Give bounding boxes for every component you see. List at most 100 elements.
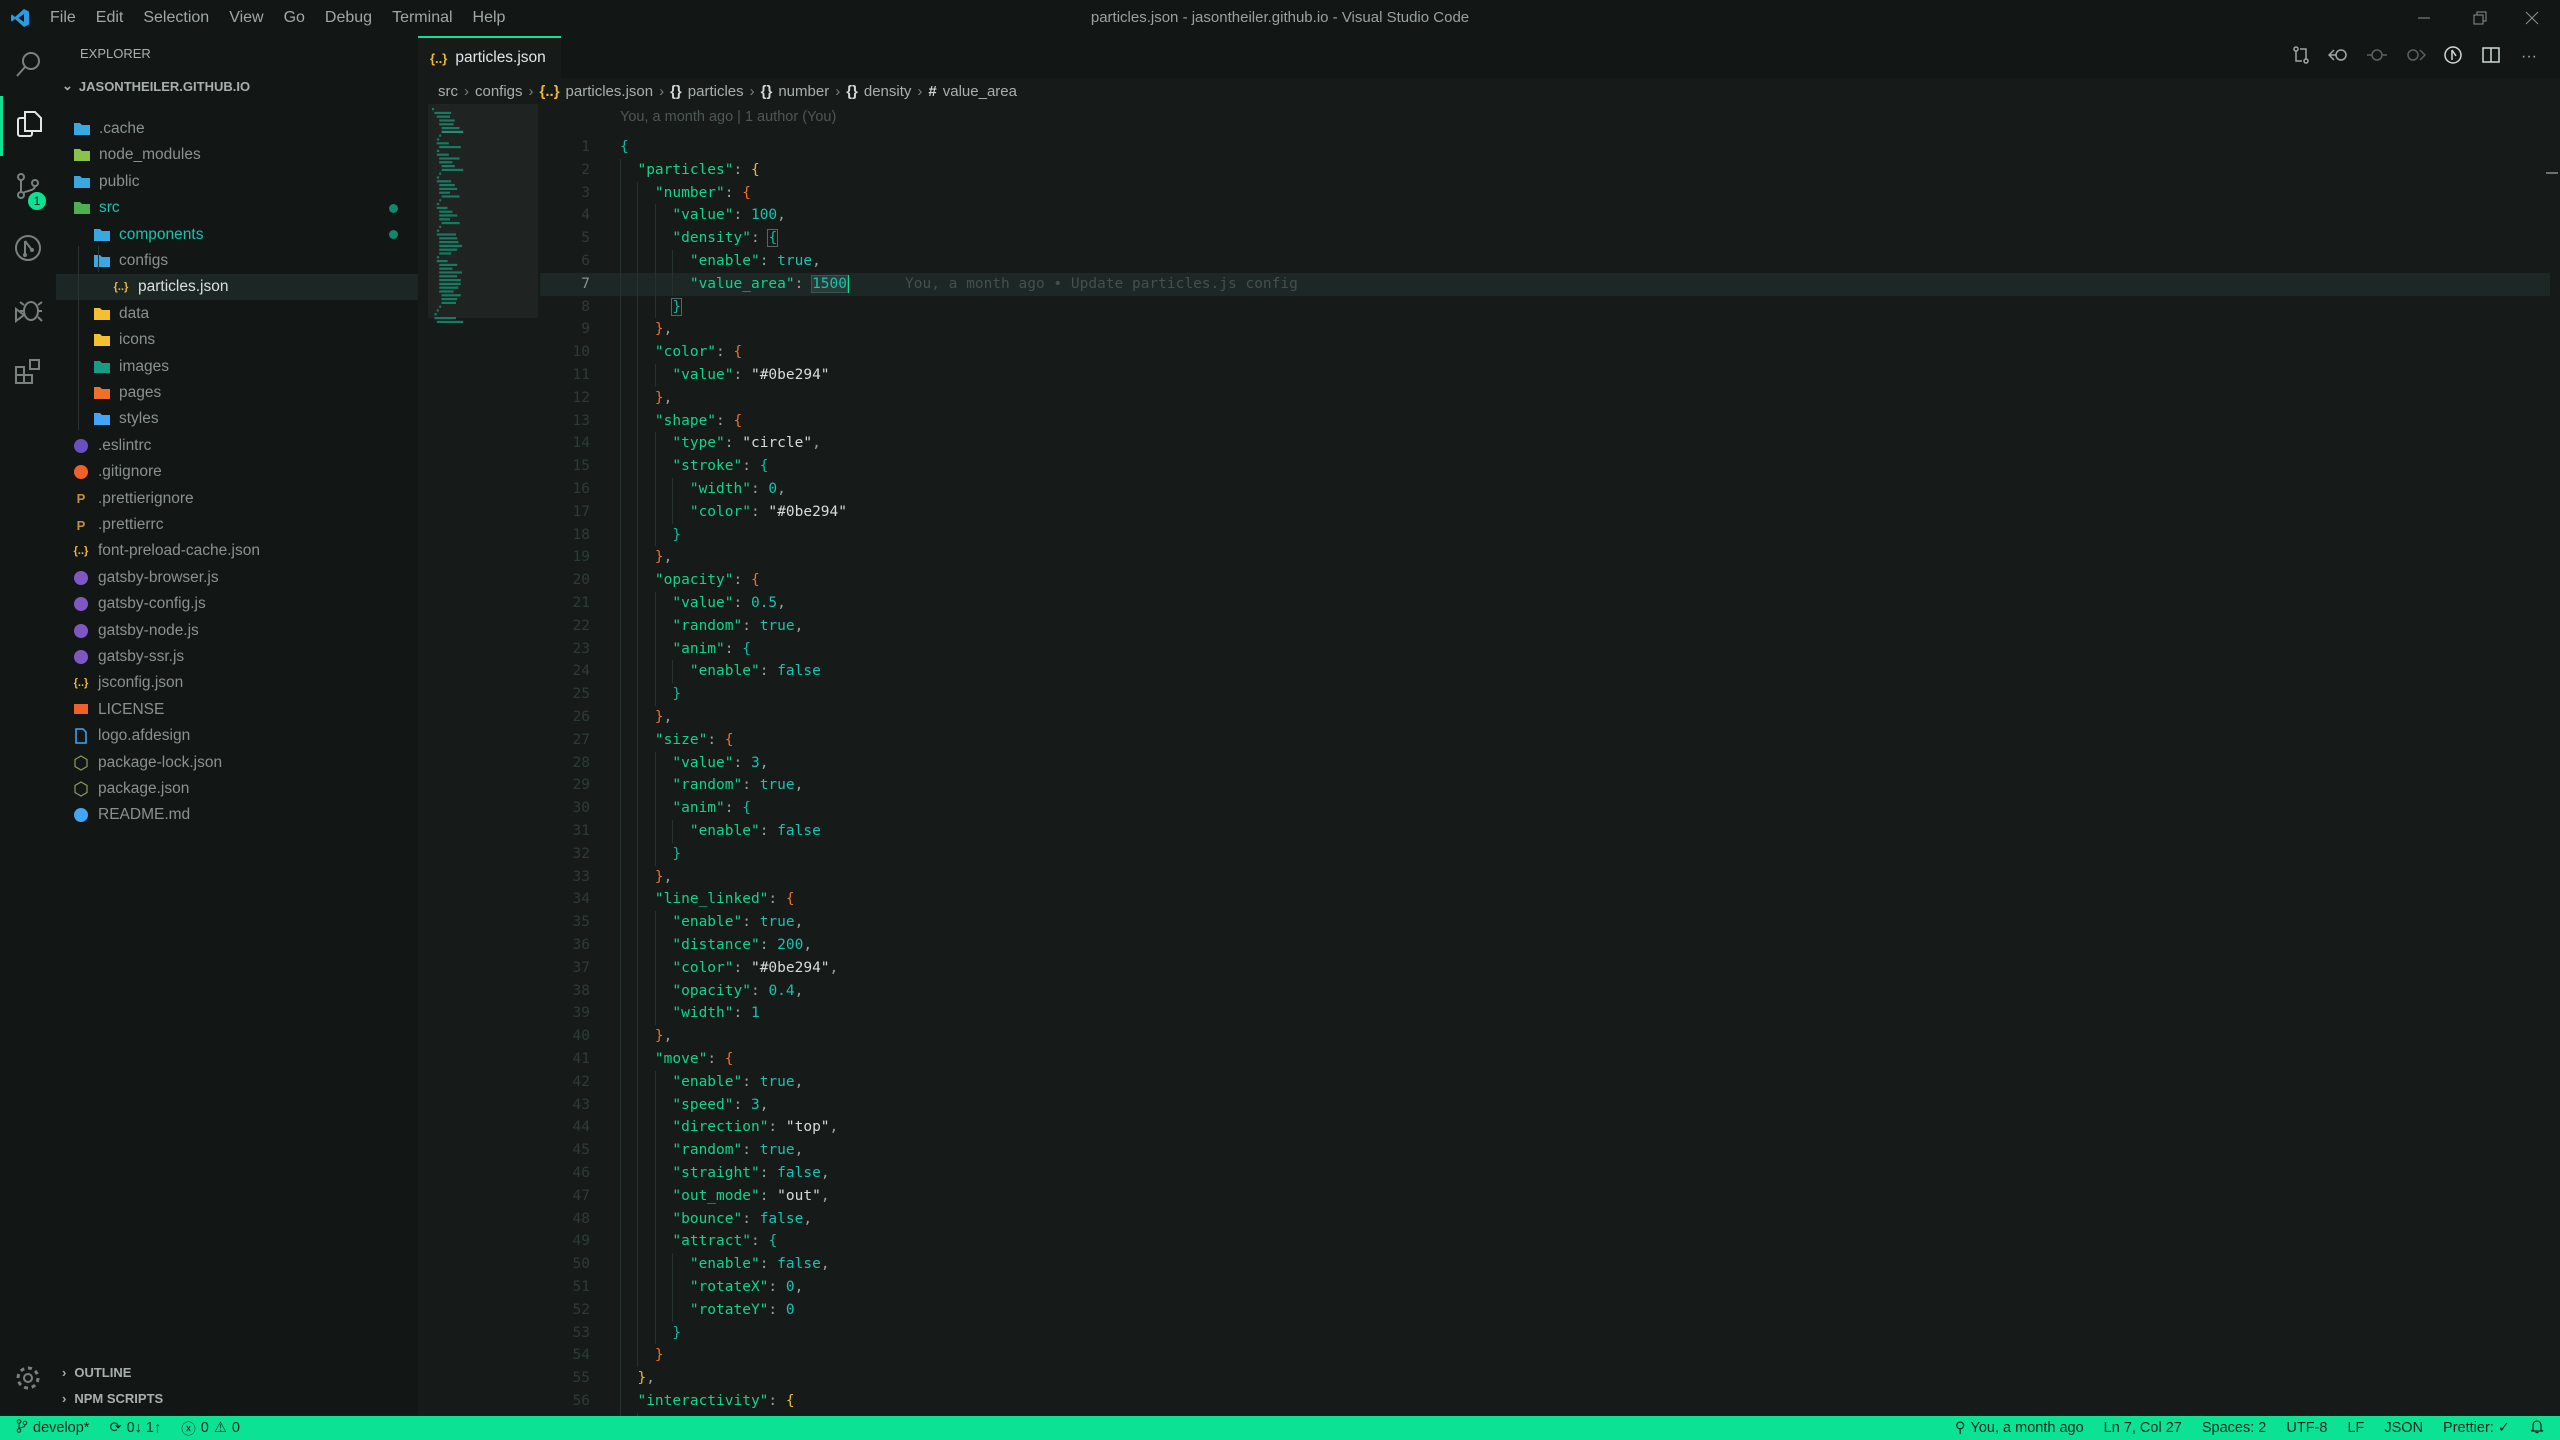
code-line[interactable]: 16 "width": 0, xyxy=(540,478,2550,501)
file-item[interactable]: {..} font-preload-cache.json xyxy=(56,538,418,564)
folder-item[interactable]: .cache xyxy=(56,116,418,142)
code-line[interactable]: 40 }, xyxy=(540,1025,2550,1048)
workspace-root[interactable]: ⌄ JASONTHEILER.GITHUB.IO xyxy=(62,78,250,94)
breadcrumb-item[interactable]: {..} particles.json xyxy=(540,83,654,100)
encoding-status[interactable]: UTF-8 xyxy=(2276,1420,2337,1436)
source-control-button[interactable]: 1 xyxy=(0,158,56,218)
folder-item[interactable]: pages xyxy=(56,380,418,406)
file-item[interactable]: .eslintrc xyxy=(56,433,418,459)
code-line[interactable]: 21 "value": 0.5, xyxy=(540,592,2550,615)
menu-terminal[interactable]: Terminal xyxy=(382,0,462,36)
code-line[interactable]: 10 "color": { xyxy=(540,341,2550,364)
previous-revision-button[interactable] xyxy=(2326,44,2352,70)
code-line[interactable]: 18 } xyxy=(540,523,2550,547)
folder-item[interactable]: public xyxy=(56,169,418,195)
code-line[interactable]: 32 } xyxy=(540,842,2550,866)
code-line[interactable]: 47 "out_mode": "out", xyxy=(540,1184,2550,1208)
file-item[interactable]: {..} jsconfig.json xyxy=(56,670,418,696)
file-item[interactable]: gatsby-config.js xyxy=(56,591,418,617)
breadcrumb-item[interactable]: {} number xyxy=(761,83,830,100)
menu-selection[interactable]: Selection xyxy=(133,0,219,36)
code-line[interactable]: 56 "interactivity": { xyxy=(540,1390,2550,1413)
branch-status[interactable]: develop* xyxy=(0,1419,99,1437)
tab-particles-json[interactable]: {..} particles.json xyxy=(418,36,561,78)
restore-button[interactable] xyxy=(2452,0,2508,36)
code-line[interactable]: 19 }, xyxy=(540,546,2550,570)
code-line[interactable]: 39 "width": 1 xyxy=(540,1002,2550,1026)
code-line[interactable]: 22 "random": true, xyxy=(540,614,2550,638)
breadcrumb-item[interactable]: configs xyxy=(475,83,523,100)
code-line[interactable]: 38 "opacity": 0.4, xyxy=(540,979,2550,1003)
problems-status[interactable]: ⓧ 0 ⚠ 0 xyxy=(171,1418,250,1439)
folder-item[interactable]: styles xyxy=(56,406,418,432)
language-mode[interactable]: JSON xyxy=(2374,1420,2433,1436)
code-line[interactable]: 15 "stroke": { xyxy=(540,455,2550,478)
folder-item[interactable]: src xyxy=(56,195,418,221)
folder-item[interactable]: node_modules xyxy=(56,142,418,168)
indentation-status[interactable]: Spaces: 2 xyxy=(2192,1420,2277,1436)
minimap[interactable] xyxy=(428,104,538,324)
code-line[interactable]: 34 "line_linked": { xyxy=(540,888,2550,912)
code-line[interactable]: 25 } xyxy=(540,683,2550,706)
code-line[interactable]: 23 "anim": { xyxy=(540,637,2550,661)
breadcrumb-item[interactable]: {} particles xyxy=(670,83,744,100)
menu-edit[interactable]: Edit xyxy=(86,0,134,36)
code-line[interactable]: 31 "enable": false xyxy=(540,820,2550,843)
code-line[interactable]: 36 "distance": 200, xyxy=(540,934,2550,957)
menu-help[interactable]: Help xyxy=(463,0,516,36)
file-item[interactable]: .gitignore xyxy=(56,459,418,485)
code-line[interactable]: 43 "speed": 3, xyxy=(540,1093,2550,1117)
code-line[interactable]: 11 "value": "#0be294" xyxy=(540,364,2550,387)
code-line[interactable]: 35 "enable": true, xyxy=(540,911,2550,934)
breadcrumb-item[interactable]: {} density xyxy=(846,83,911,100)
code-line[interactable]: 48 "bounce": false, xyxy=(540,1207,2550,1231)
code-line[interactable]: 42 "enable": true, xyxy=(540,1070,2550,1094)
file-item[interactable]: package-lock.json xyxy=(56,750,418,776)
code-line[interactable]: 20 "opacity": { xyxy=(540,569,2550,592)
file-item[interactable]: LICENSE xyxy=(56,697,418,723)
code-line[interactable]: 9 }, xyxy=(540,318,2550,342)
code-line[interactable]: 8 } xyxy=(540,295,2550,319)
explorer-button[interactable] xyxy=(0,96,56,156)
file-item[interactable]: P .prettierrc xyxy=(56,512,418,538)
menu-view[interactable]: View xyxy=(219,0,273,36)
more-actions-button[interactable]: ··· xyxy=(2516,44,2542,70)
code-line[interactable]: 45 "random": true, xyxy=(540,1139,2550,1162)
code-line[interactable]: 29 "random": true, xyxy=(540,774,2550,798)
close-window-button[interactable] xyxy=(2504,0,2560,36)
code-line[interactable]: 13 "shape": { xyxy=(540,409,2550,433)
folder-item[interactable]: data xyxy=(56,301,418,327)
code-line[interactable]: 3 "number": { xyxy=(540,181,2550,205)
code-line[interactable]: 52 "rotateY": 0 xyxy=(540,1298,2550,1322)
menu-go[interactable]: Go xyxy=(274,0,315,36)
cursor-position[interactable]: Ln 7, Col 27 xyxy=(2094,1420,2192,1436)
split-editor-button[interactable] xyxy=(2478,44,2504,70)
minimize-button[interactable] xyxy=(2396,0,2452,36)
menu-debug[interactable]: Debug xyxy=(315,0,382,36)
code-line[interactable]: 53 } xyxy=(540,1321,2550,1345)
code-line[interactable]: 41 "move": { xyxy=(540,1048,2550,1071)
code-line[interactable]: 17 "color": "#0be294" xyxy=(540,500,2550,524)
search-button[interactable] xyxy=(0,36,56,96)
code-line[interactable]: 12 }, xyxy=(540,386,2550,410)
code-line[interactable]: 2 "particles": { xyxy=(540,158,2550,182)
extensions-button[interactable] xyxy=(0,344,56,404)
code-line[interactable]: 54 } xyxy=(540,1344,2550,1368)
next-revision-button[interactable] xyxy=(2402,44,2428,70)
npm-scripts-panel-header[interactable]: › NPM SCRIPTS xyxy=(62,1391,163,1406)
sync-status[interactable]: ⟳ 0↓ 1↑ xyxy=(99,1420,171,1436)
folder-item[interactable]: images xyxy=(56,354,418,380)
code-line[interactable]: 26 }, xyxy=(540,706,2550,729)
code-line[interactable]: 14 "type": "circle", xyxy=(540,432,2550,456)
code-line[interactable]: 37 "color": "#0be294", xyxy=(540,956,2550,980)
code-line[interactable]: 4 "value": 100, xyxy=(540,204,2550,228)
file-item[interactable]: gatsby-node.js xyxy=(56,618,418,644)
folder-item[interactable]: configs xyxy=(56,248,418,274)
code-line[interactable]: 33 }, xyxy=(540,865,2550,889)
git-graph-button[interactable] xyxy=(0,220,56,280)
file-item[interactable]: gatsby-ssr.js xyxy=(56,644,418,670)
code-line[interactable]: 49 "attract": { xyxy=(540,1230,2550,1254)
menu-file[interactable]: File xyxy=(40,0,86,36)
code-line[interactable]: 5 "density": { xyxy=(540,227,2550,250)
code-line[interactable]: 27 "size": { xyxy=(540,728,2550,752)
